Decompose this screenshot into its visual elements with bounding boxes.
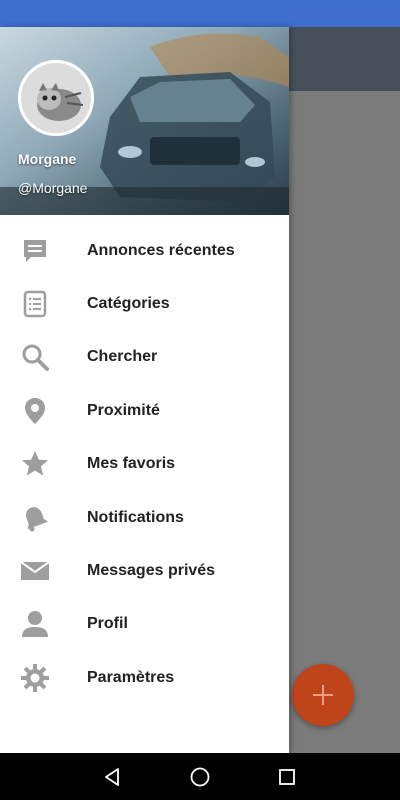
person-icon	[0, 609, 87, 639]
menu-item-label: Annonces récentes	[87, 241, 235, 259]
menu-item-notifications[interactable]: Notifications	[0, 491, 289, 544]
system-navigation-bar	[0, 753, 400, 800]
list-icon	[0, 289, 87, 319]
recents-square-icon	[278, 768, 295, 785]
search-icon	[0, 342, 87, 372]
drawer-header: Morgane @Morgane	[0, 27, 289, 215]
star-icon	[0, 449, 87, 479]
menu-item-categories[interactable]: Catégories	[0, 277, 289, 330]
menu-item-annonces-recentes[interactable]: Annonces récentes	[0, 224, 289, 277]
menu-item-label: Catégories	[87, 295, 170, 313]
navigation-drawer: Morgane @Morgane Annonces récentes Catég…	[0, 27, 289, 753]
menu-item-label: Messages privés	[87, 562, 216, 580]
cat-photo-icon	[21, 63, 91, 133]
user-name: Morgane	[18, 151, 77, 167]
drawer-menu: Annonces récentes Catégories Chercher Pr…	[0, 215, 289, 705]
location-pin-icon	[0, 396, 87, 426]
add-button[interactable]	[292, 664, 354, 726]
gear-icon	[0, 663, 87, 693]
user-handle: @Morgane	[18, 180, 88, 196]
menu-item-parametres[interactable]: Paramètres	[0, 651, 289, 704]
recents-button[interactable]	[267, 757, 307, 797]
mail-icon	[0, 556, 87, 586]
menu-item-label: Paramètres	[87, 668, 175, 686]
menu-item-label: Proximité	[87, 401, 160, 419]
menu-item-label: Profil	[87, 615, 128, 633]
home-circle-icon	[190, 767, 210, 786]
menu-item-mes-favoris[interactable]: Mes favoris	[0, 438, 289, 491]
plus-icon	[313, 685, 333, 705]
menu-item-label: Mes favoris	[87, 455, 176, 473]
menu-item-profil[interactable]: Profil	[0, 598, 289, 651]
menu-item-messages-prives[interactable]: Messages privés	[0, 544, 289, 597]
avatar[interactable]	[18, 60, 94, 136]
menu-item-proximite[interactable]: Proximité	[0, 384, 289, 437]
back-triangle-icon	[105, 767, 120, 786]
bell-icon	[0, 503, 87, 533]
home-button[interactable]	[180, 757, 220, 797]
status-bar	[0, 0, 400, 27]
menu-item-chercher[interactable]: Chercher	[0, 331, 289, 384]
chat-bubble-icon	[0, 236, 87, 266]
back-button[interactable]	[93, 757, 133, 797]
menu-item-label: Notifications	[87, 508, 184, 526]
menu-item-label: Chercher	[87, 348, 158, 366]
